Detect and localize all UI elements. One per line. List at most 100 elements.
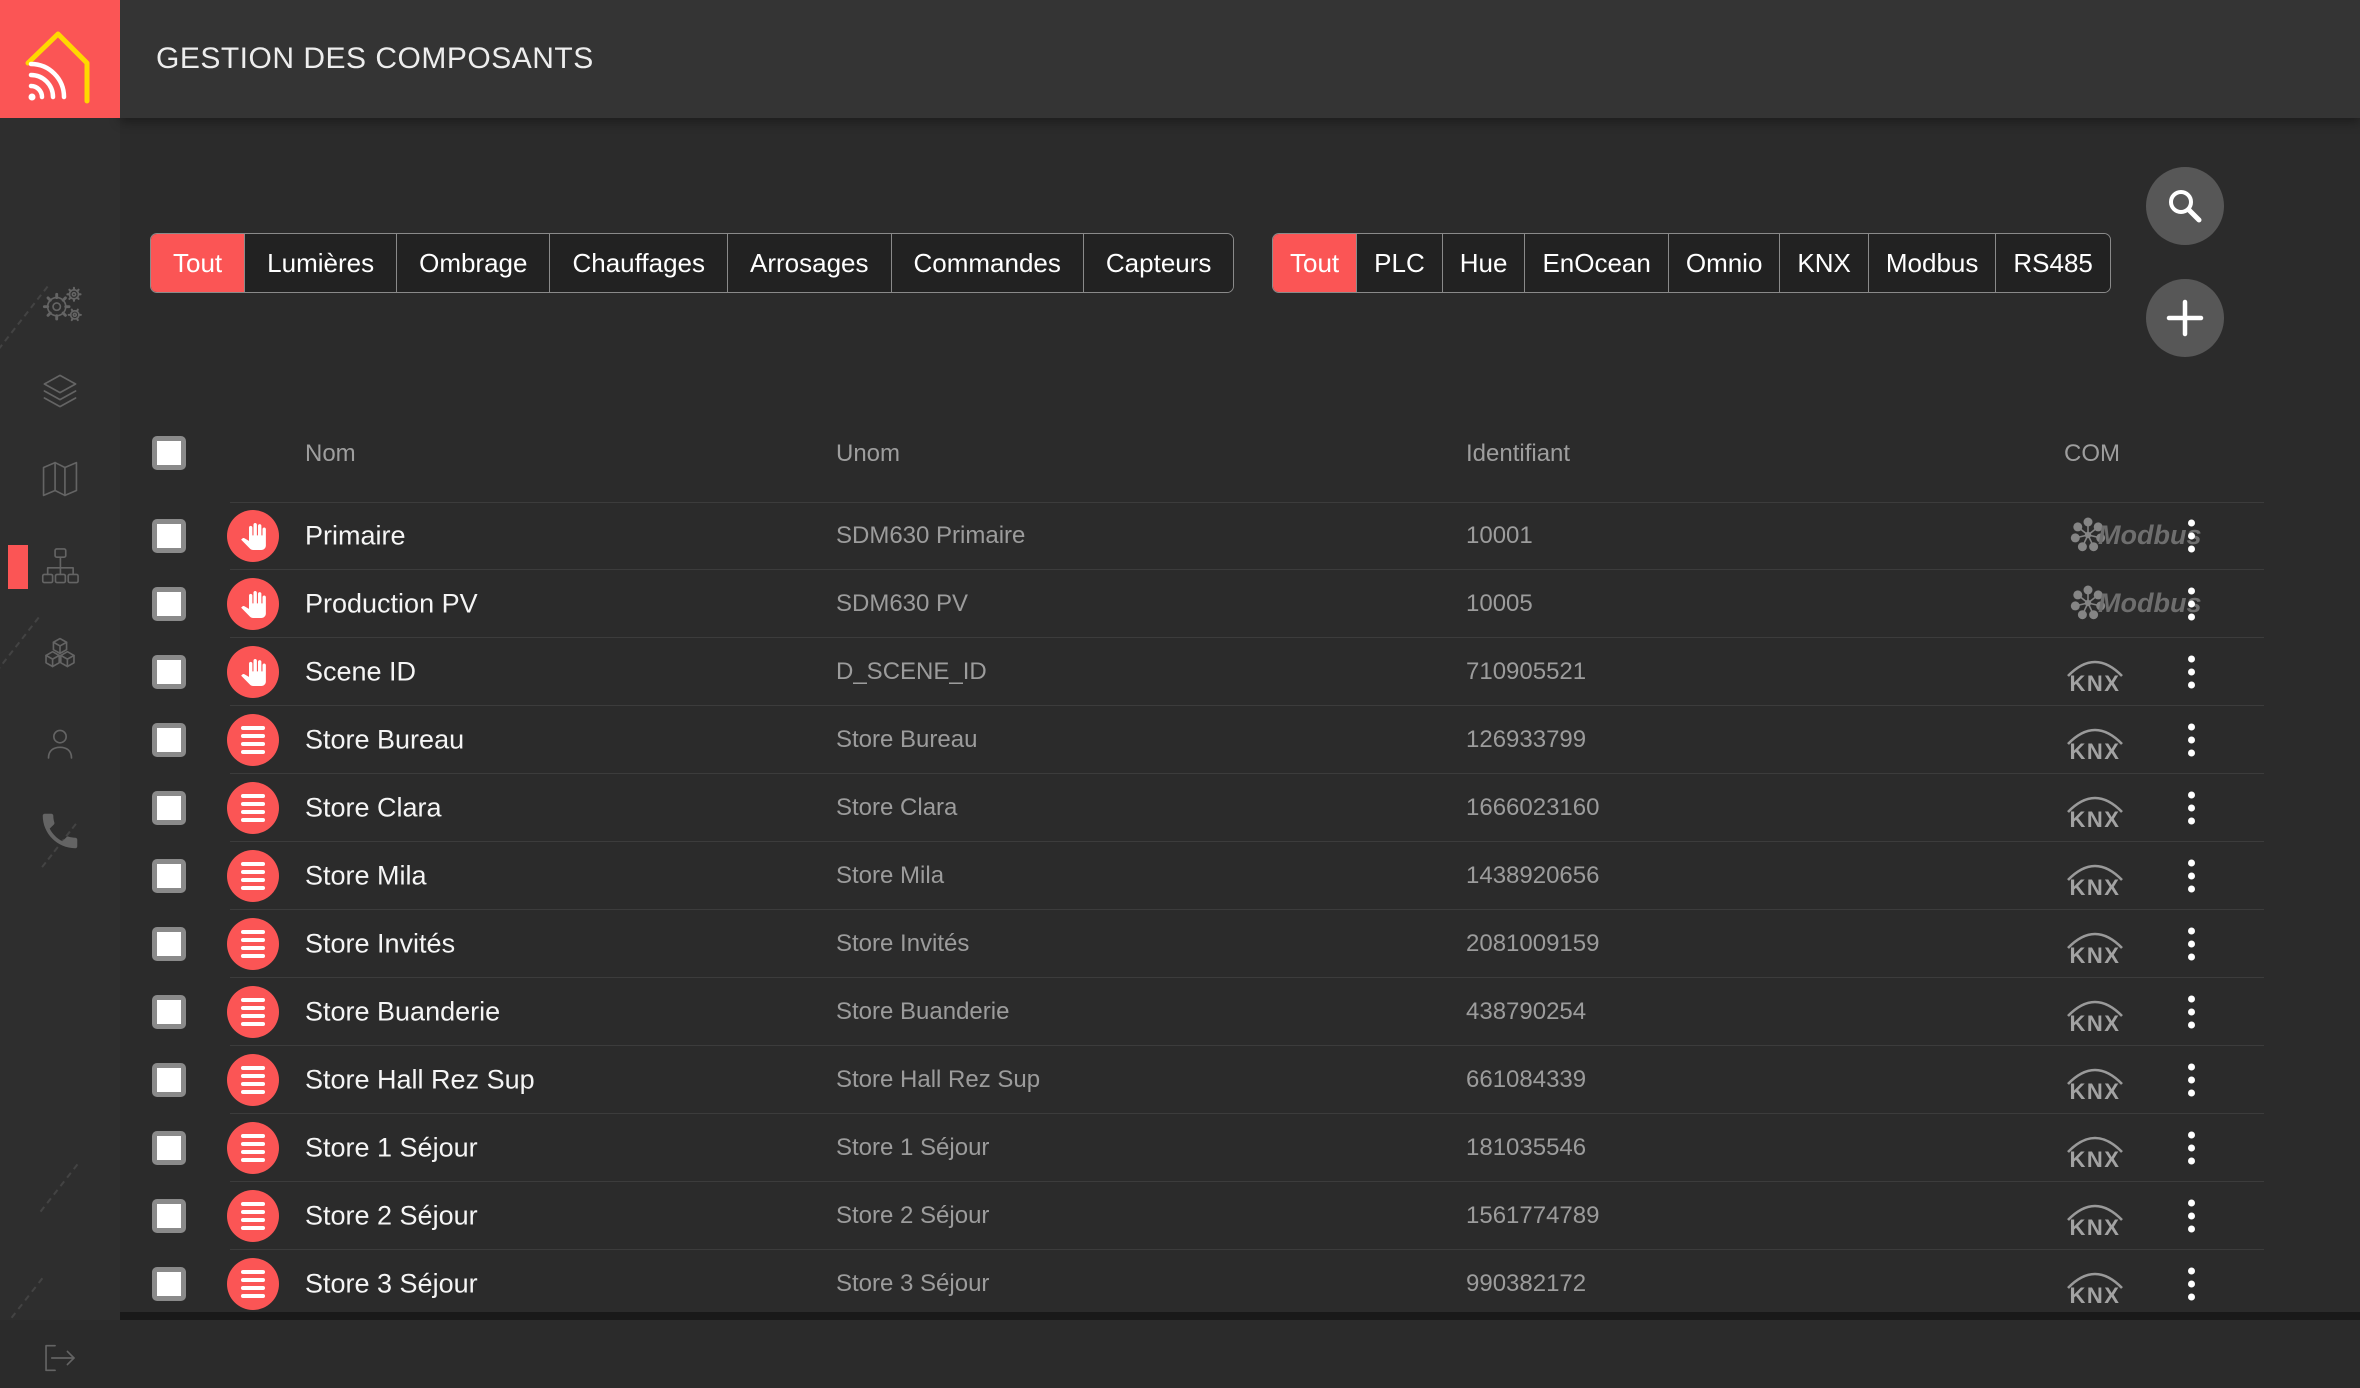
svg-text:KNX: KNX xyxy=(2070,1215,2121,1238)
sidebar-item-logout[interactable] xyxy=(0,1328,120,1388)
row-identifiant: 990382172 xyxy=(1466,1270,1586,1298)
row-unom: SDM630 PV xyxy=(836,590,968,618)
filter-protocol-option-0[interactable]: Tout xyxy=(1273,234,1357,292)
filter-protocol-option-2[interactable]: Hue xyxy=(1443,234,1526,292)
table-row[interactable]: Production PV SDM630 PV 10005 Modbus xyxy=(150,570,2264,638)
row-menu-button[interactable] xyxy=(2188,792,2195,825)
knx-logo: KNX xyxy=(2064,718,2126,762)
row-identifiant: 10001 xyxy=(1466,522,1533,550)
filter-category-option-0[interactable]: Tout xyxy=(151,234,245,292)
filter-protocol-option-6[interactable]: Modbus xyxy=(1869,234,1997,292)
table-row[interactable]: Store 1 Séjour Store 1 Séjour 181035546 … xyxy=(150,1114,2264,1182)
bottom-scroll-track[interactable] xyxy=(120,1312,2360,1320)
row-checkbox[interactable] xyxy=(152,1199,186,1233)
sidebar-item-map[interactable] xyxy=(0,449,120,509)
sidebar-item-contact[interactable] xyxy=(0,801,120,861)
filter-protocol-option-7[interactable]: RS485 xyxy=(1996,234,2110,292)
table-row[interactable]: Scene ID D_SCENE_ID 710905521 Modbus xyxy=(150,638,2264,706)
sidebar-item-settings[interactable] xyxy=(0,275,120,335)
phone-icon xyxy=(37,808,83,854)
row-checkbox[interactable] xyxy=(152,995,186,1029)
shutter-menu-icon xyxy=(227,1258,279,1310)
row-checkbox[interactable] xyxy=(152,1063,186,1097)
filter-category-option-3[interactable]: Chauffages xyxy=(550,234,728,292)
search-button[interactable] xyxy=(2146,167,2224,245)
knx-logo: KNX xyxy=(2064,990,2126,1034)
row-checkbox[interactable] xyxy=(152,519,186,553)
filter-protocol-option-4[interactable]: Omnio xyxy=(1669,234,1781,292)
table-row[interactable]: Store Mila Store Mila 1438920656 Modbus xyxy=(150,842,2264,910)
row-identifiant: 1561774789 xyxy=(1466,1202,1599,1230)
filter-category-option-4[interactable]: Arrosages xyxy=(728,234,892,292)
hand-icon xyxy=(227,646,279,698)
shutter-menu-icon xyxy=(227,1054,279,1106)
row-checkbox[interactable] xyxy=(152,1267,186,1301)
row-checkbox[interactable] xyxy=(152,927,186,961)
table-row[interactable]: Store Bureau Store Bureau 126933799 Modb… xyxy=(150,706,2264,774)
row-menu-button[interactable] xyxy=(2188,656,2195,689)
components-table: Primaire SDM630 Primaire 10001 Modbus xyxy=(150,502,2264,1318)
knx-logo: KNX xyxy=(2064,650,2126,694)
row-menu-button[interactable] xyxy=(2188,1132,2195,1165)
category-filter-group: ToutLumièresOmbrageChauffagesArrosagesCo… xyxy=(150,233,1234,293)
hand-icon xyxy=(227,510,279,562)
row-menu-button[interactable] xyxy=(2188,860,2195,893)
svg-text:KNX: KNX xyxy=(2070,1011,2121,1034)
page-title: GESTION DES COMPOSANTS xyxy=(156,42,594,76)
sidebar-item-users[interactable] xyxy=(0,714,120,774)
add-button[interactable] xyxy=(2146,279,2224,357)
table-row[interactable]: Store 2 Séjour Store 2 Séjour 1561774789… xyxy=(150,1182,2264,1250)
filter-protocol-option-3[interactable]: EnOcean xyxy=(1525,234,1668,292)
table-row[interactable]: Primaire SDM630 Primaire 10001 Modbus xyxy=(150,502,2264,570)
hand-icon xyxy=(227,578,279,630)
knx-logo: KNX xyxy=(2064,854,2126,898)
sidebar xyxy=(0,118,120,1320)
layers-icon xyxy=(37,368,83,414)
row-menu-button[interactable] xyxy=(2188,588,2195,621)
row-menu-button[interactable] xyxy=(2188,724,2195,757)
gears-icon xyxy=(37,282,83,328)
svg-text:KNX: KNX xyxy=(2070,739,2121,762)
row-checkbox[interactable] xyxy=(152,655,186,689)
row-menu-button[interactable] xyxy=(2188,996,2195,1029)
cubes-icon xyxy=(37,632,83,678)
column-header-com: COM xyxy=(2064,440,2120,468)
filter-category-option-6[interactable]: Capteurs xyxy=(1084,234,1234,292)
sidebar-item-modules[interactable] xyxy=(0,625,120,685)
filter-protocol-option-1[interactable]: PLC xyxy=(1357,234,1443,292)
row-menu-button[interactable] xyxy=(2188,1268,2195,1301)
row-checkbox[interactable] xyxy=(152,791,186,825)
svg-text:KNX: KNX xyxy=(2070,943,2121,966)
row-menu-button[interactable] xyxy=(2188,928,2195,961)
shutter-menu-icon xyxy=(227,782,279,834)
table-row[interactable]: Store Buanderie Store Buanderie 43879025… xyxy=(150,978,2264,1046)
sidebar-item-layers[interactable] xyxy=(0,361,120,421)
select-all-checkbox[interactable] xyxy=(152,436,186,470)
row-checkbox[interactable] xyxy=(152,1131,186,1165)
row-identifiant: 2081009159 xyxy=(1466,930,1599,958)
row-identifiant: 661084339 xyxy=(1466,1066,1586,1094)
filter-category-option-2[interactable]: Ombrage xyxy=(397,234,550,292)
filter-category-option-1[interactable]: Lumières xyxy=(245,234,397,292)
filter-category-option-5[interactable]: Commandes xyxy=(892,234,1084,292)
row-checkbox[interactable] xyxy=(152,723,186,757)
table-row[interactable]: Store Invités Store Invités 2081009159 M… xyxy=(150,910,2264,978)
row-menu-button[interactable] xyxy=(2188,1200,2195,1233)
row-menu-button[interactable] xyxy=(2188,520,2195,553)
table-row[interactable]: Store Clara Store Clara 1666023160 Modbu… xyxy=(150,774,2264,842)
row-checkbox[interactable] xyxy=(152,587,186,621)
sidebar-item-components[interactable] xyxy=(0,537,120,597)
knx-logo: KNX xyxy=(2064,786,2126,830)
knx-logo: KNX xyxy=(2064,922,2126,966)
home-wifi-icon xyxy=(12,11,108,107)
row-menu-button[interactable] xyxy=(2188,1064,2195,1097)
table-row[interactable]: Store Hall Rez Sup Store Hall Rez Sup 66… xyxy=(150,1046,2264,1114)
row-name: Store Clara xyxy=(305,793,442,824)
svg-text:KNX: KNX xyxy=(2070,1147,2121,1170)
row-checkbox[interactable] xyxy=(152,859,186,893)
filter-protocol-option-5[interactable]: KNX xyxy=(1780,234,1868,292)
row-unom: Store Mila xyxy=(836,862,944,890)
table-row[interactable]: Store 3 Séjour Store 3 Séjour 990382172 … xyxy=(150,1250,2264,1318)
row-identifiant: 10005 xyxy=(1466,590,1533,618)
row-unom: Store 3 Séjour xyxy=(836,1270,989,1298)
